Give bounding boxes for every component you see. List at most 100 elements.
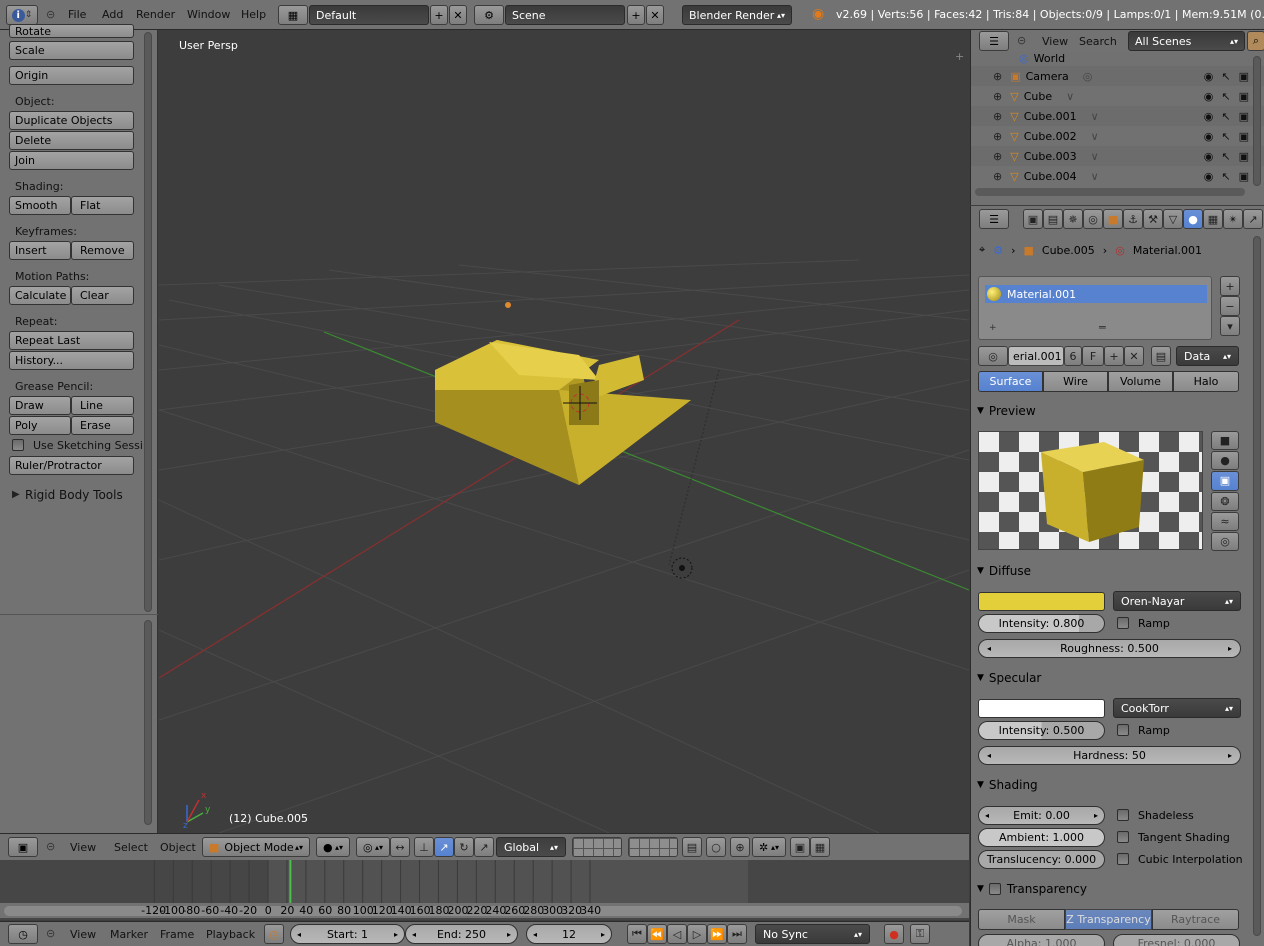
link-icon[interactable]: ▤ — [1151, 346, 1171, 366]
opengl-render-icon[interactable]: ▣ — [790, 837, 810, 857]
chevron-left-icon[interactable]: ◂ — [987, 751, 991, 760]
timeline-playback-menu[interactable]: Playback — [206, 928, 255, 941]
viewport-object-menu[interactable]: Object — [160, 841, 196, 854]
properties-scrollbar[interactable] — [1253, 236, 1261, 936]
cubic-interpolation-checkbox[interactable] — [1117, 853, 1129, 865]
calculate-button[interactable]: Calculate — [9, 286, 71, 305]
visibility-icons[interactable]: ◉↖▣ — [1204, 110, 1257, 123]
tab-surface[interactable]: Surface — [978, 371, 1043, 392]
expand-icon[interactable]: ⊕ — [993, 90, 1002, 103]
rigid-body-tools-panel[interactable]: Rigid Body Tools — [25, 488, 123, 502]
specular-panel-header[interactable]: ▼ Specular — [977, 667, 1239, 689]
visibility-icons[interactable]: ◉↖▣ — [1204, 70, 1257, 83]
chevron-left-icon[interactable]: ◂ — [985, 811, 989, 820]
redo-scrollbar[interactable] — [144, 620, 152, 825]
material-tab-icon[interactable]: ● — [1183, 209, 1203, 229]
outliner-row-cube002[interactable]: ⊕ ▽ Cube.002 ∨ ◉↖▣ — [971, 126, 1264, 146]
collapse-icon[interactable]: ⊝ — [46, 840, 55, 853]
collapse-icon[interactable]: ⊝ — [46, 927, 55, 940]
modifiers-tab-icon[interactable]: ⚒ — [1143, 209, 1163, 229]
users-count[interactable]: 6 — [1064, 346, 1082, 366]
start-frame-field[interactable]: ◂ Start: 1 ▸ — [290, 924, 405, 944]
specular-intensity-slider[interactable]: Intensity: 0.500 — [978, 721, 1105, 740]
visibility-icons[interactable]: ◉↖▣ — [1204, 130, 1257, 143]
lock-layers-icon[interactable]: ▤ — [682, 837, 702, 857]
object-tab-icon[interactable]: ■ — [1103, 209, 1123, 229]
specular-shader-select[interactable]: CookTorr ▴▾ — [1113, 698, 1241, 718]
delete-button[interactable]: Delete — [9, 131, 134, 150]
chevron-right-icon[interactable]: ▸ — [1228, 644, 1232, 653]
diffuse-intensity-slider[interactable]: Intensity: 0.800 — [978, 614, 1105, 633]
add-slot-icon[interactable]: + — [1220, 276, 1240, 296]
world-tab-icon[interactable]: ◎ — [1083, 209, 1103, 229]
expand-icon[interactable]: ⊕ — [993, 150, 1002, 163]
remove-keyframe-button[interactable]: Remove — [71, 241, 134, 260]
material-name-field[interactable]: erial.001 — [1008, 346, 1064, 366]
render-tab-icon[interactable]: ▣ — [1023, 209, 1043, 229]
shading-mode-icon[interactable]: ● ▴▾ — [316, 837, 350, 857]
viewport-editor-icon[interactable]: ▣ — [8, 837, 38, 857]
rotate-icon[interactable]: ↻ — [454, 837, 474, 857]
hardness-field[interactable]: ◂ Hardness: 50 ▸ — [978, 746, 1241, 765]
visibility-icons[interactable]: ◉↖▣ — [1204, 170, 1257, 183]
layer-buttons-2[interactable] — [628, 837, 678, 857]
close-scene-icon[interactable]: ✕ — [646, 5, 664, 25]
gp-poly-button[interactable]: Poly — [9, 416, 71, 435]
chevron-left-icon[interactable]: ◂ — [987, 644, 991, 653]
sketching-checkbox[interactable] — [12, 439, 24, 451]
manipulator-icon[interactable]: ↔ — [390, 837, 410, 857]
editor-type-button[interactable]: i ⇕ — [6, 5, 38, 25]
monkey-preview-icon[interactable]: ❂ — [1211, 491, 1239, 511]
constraints-tab-icon[interactable]: ⚓ — [1123, 209, 1143, 229]
specular-color-swatch[interactable] — [978, 699, 1105, 718]
tab-mask[interactable]: Mask — [978, 909, 1065, 930]
slot-specials-icon[interactable]: ▾ — [1220, 316, 1240, 336]
plus-small-icon[interactable]: + — [989, 323, 997, 333]
sync-select[interactable]: No Sync ▴▾ — [755, 924, 870, 944]
gp-erase-button[interactable]: Erase — [71, 416, 134, 435]
scene-field[interactable]: Scene — [505, 5, 625, 25]
viewport-select-menu[interactable]: Select — [114, 841, 148, 854]
snap-toggle-icon[interactable]: ⊕ — [730, 837, 750, 857]
preview-panel-header[interactable]: ▼ Preview — [977, 400, 1239, 422]
diffuse-color-swatch[interactable] — [978, 592, 1105, 611]
menu-add[interactable]: Add — [102, 8, 123, 21]
repeat-last-button[interactable]: Repeat Last — [9, 331, 134, 350]
menu-window[interactable]: Window — [187, 8, 230, 21]
outliner-h-scrollbar[interactable] — [975, 188, 1245, 196]
chevron-left-icon[interactable]: ◂ — [533, 930, 537, 939]
timeline-editor-icon[interactable]: ◷ — [8, 924, 38, 944]
mode-select[interactable]: ■ Object Mode ▴▾ — [202, 837, 310, 857]
end-frame-field[interactable]: ◂ End: 250 ▸ — [405, 924, 518, 944]
expand-icon[interactable]: ⊕ — [993, 110, 1002, 123]
ambient-slider[interactable]: Ambient: 1.000 — [978, 828, 1105, 847]
outliner-search-menu[interactable]: Search — [1079, 35, 1117, 48]
particles-tab-icon[interactable]: ✴ — [1223, 209, 1243, 229]
data-tab-icon[interactable]: ▽ — [1163, 209, 1183, 229]
outliner-row-cube[interactable]: ⊕ ▽ Cube ∨ ◉↖▣ — [971, 86, 1264, 106]
chevron-right-icon[interactable]: ▸ — [601, 930, 605, 939]
play-icon[interactable]: ▷ — [687, 924, 707, 944]
record-icon[interactable]: ● — [884, 924, 904, 944]
link-select[interactable]: Data ▴▾ — [1176, 346, 1239, 366]
pivot-icon[interactable]: ◎ ▴▾ — [356, 837, 390, 857]
menu-file[interactable]: File — [68, 8, 86, 21]
search-icon[interactable]: ⌕ — [1247, 31, 1264, 51]
chevron-left-icon[interactable]: ◂ — [297, 930, 301, 939]
material-browse-icon[interactable]: ◎ — [978, 346, 1008, 366]
alpha-slider[interactable]: Alpha: 1.000 — [978, 934, 1105, 946]
transparency-panel-header[interactable]: ▼ Transparency — [977, 878, 1239, 900]
layer-buttons-1[interactable] — [572, 837, 622, 857]
sphere-preview-icon[interactable]: ● — [1211, 451, 1239, 471]
prev-keyframe-icon[interactable]: ⏪ — [647, 924, 667, 944]
gp-draw-button[interactable]: Draw — [9, 396, 71, 415]
outliner-view-menu[interactable]: View — [1042, 35, 1068, 48]
timeline-marker-menu[interactable]: Marker — [110, 928, 148, 941]
insert-keyframe-button[interactable]: Insert — [9, 241, 71, 260]
translate-icon[interactable]: ↗ — [434, 837, 454, 857]
close-layout-icon[interactable]: ✕ — [449, 5, 467, 25]
plane-preview-icon[interactable]: ■ — [1211, 431, 1239, 451]
diffuse-shader-select[interactable]: Oren-Nayar ▴▾ — [1113, 591, 1241, 611]
physics-tab-icon[interactable]: ↗ — [1243, 209, 1263, 229]
tab-volume[interactable]: Volume — [1108, 371, 1173, 392]
